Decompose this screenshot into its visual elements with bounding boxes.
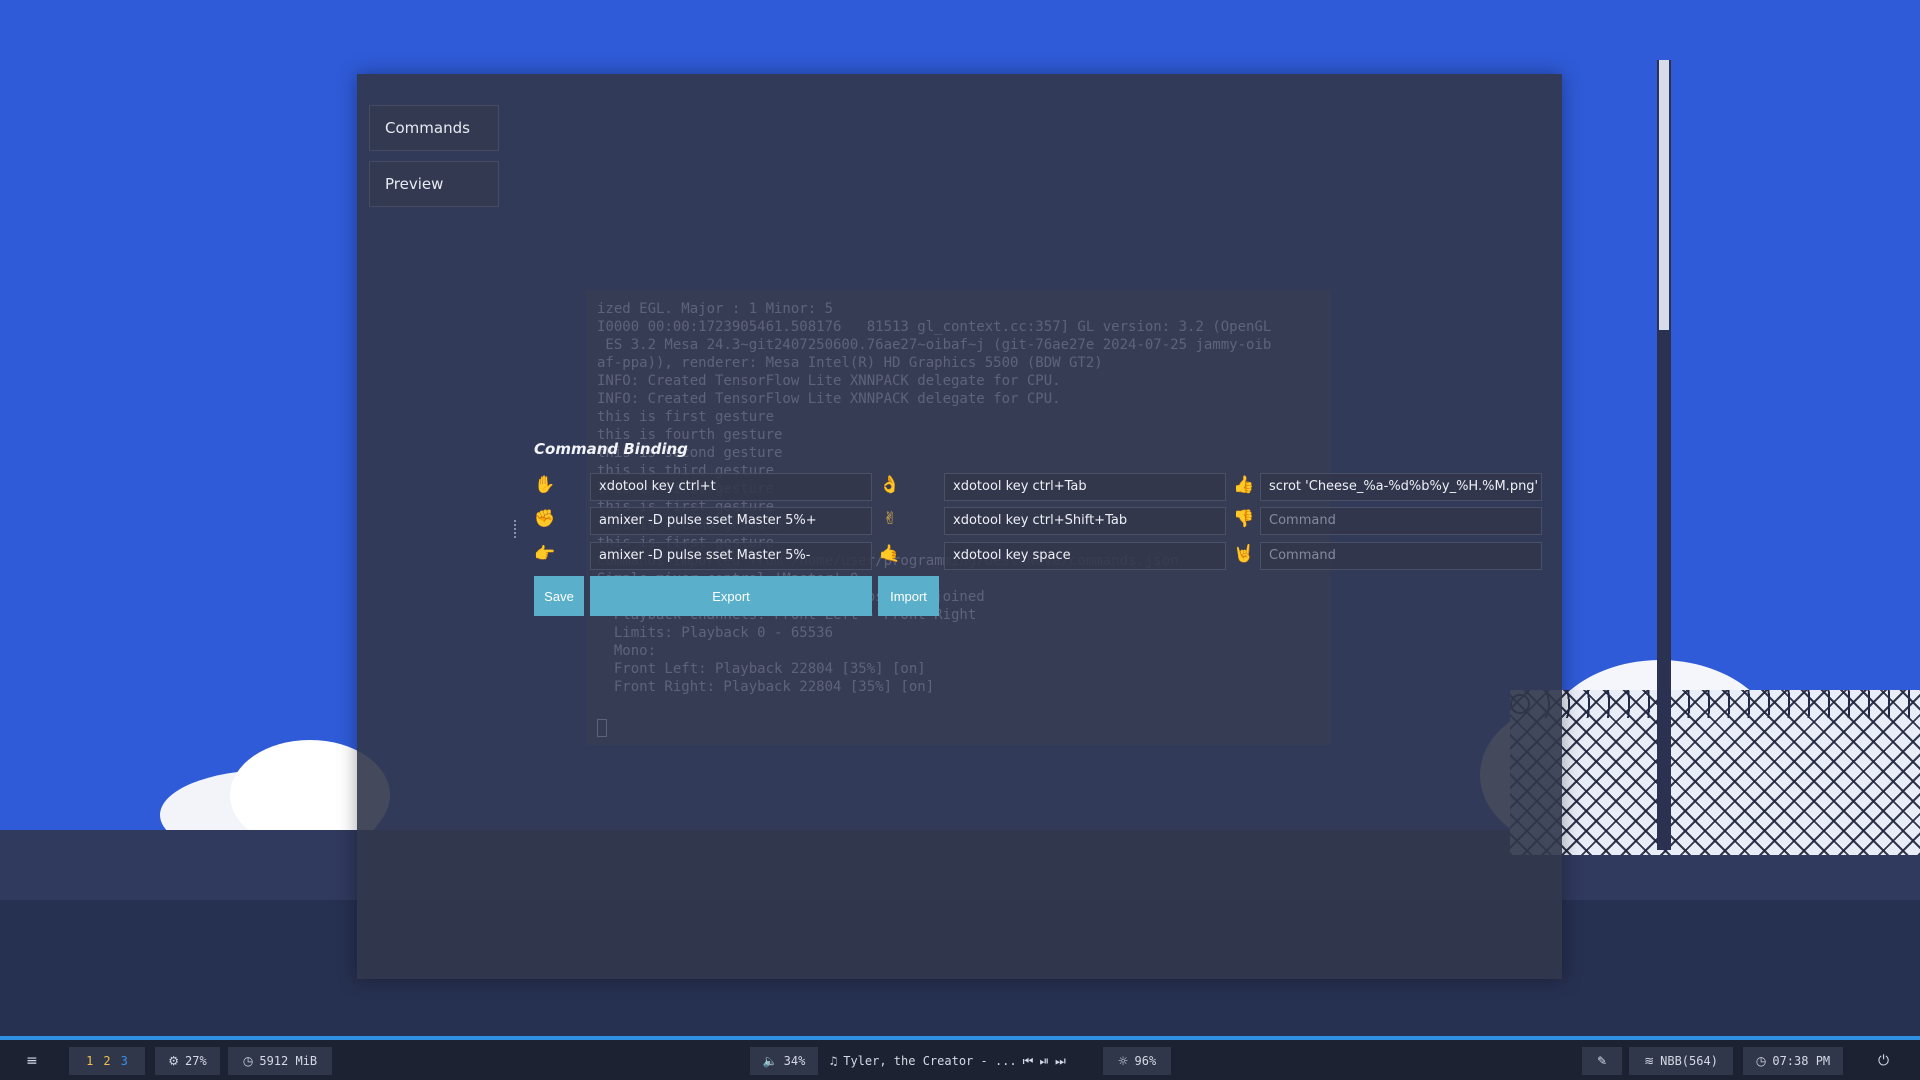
tab-preview[interactable]: Preview: [369, 161, 499, 207]
next-track-icon[interactable]: ⏭: [1055, 1054, 1066, 1069]
app-window: Commands Preview ized EGL. Major : 1 Min…: [357, 74, 1562, 979]
menu-icon[interactable]: ≡: [26, 1047, 38, 1075]
export-button[interactable]: Export: [590, 576, 872, 616]
brightness-level: 96%: [1134, 1054, 1157, 1068]
play-icon[interactable]: ⏯: [1039, 1054, 1049, 1069]
brightness-icon: ☼: [1117, 1054, 1129, 1068]
raised-hand-icon: ✋: [534, 475, 556, 495]
network-name: NBB(564): [1660, 1054, 1718, 1068]
command-field[interactable]: Command: [1260, 542, 1542, 570]
command-field[interactable]: xdotool key ctrl+Tab: [944, 473, 1226, 501]
speaker-icon: 🔈: [762, 1054, 778, 1068]
command-field[interactable]: amixer -D pulse sset Master 5%-: [590, 542, 872, 570]
import-button[interactable]: Import: [878, 576, 939, 616]
memory-usage: 5912 MiB: [259, 1054, 318, 1068]
section-title: Command Binding: [534, 440, 688, 458]
clock-widget[interactable]: ◷ 07:38 PM: [1743, 1047, 1843, 1075]
pen-icon: ✎: [1596, 1054, 1608, 1068]
wifi-icon: ≋: [1644, 1054, 1655, 1068]
workspace-1[interactable]: 1: [86, 1054, 93, 1068]
command-field[interactable]: xdotool key ctrl+t: [590, 473, 872, 501]
memory-widget[interactable]: ◷ 5912 MiB: [228, 1047, 332, 1075]
thumbs-down-icon: 👎: [1233, 509, 1255, 529]
command-field[interactable]: xdotool key space: [944, 542, 1226, 570]
pen-widget[interactable]: ✎: [1582, 1047, 1622, 1075]
cpu-usage: 27%: [185, 1054, 207, 1068]
clock-icon: ◷: [1755, 1054, 1767, 1068]
thumbs-up-icon: 👍: [1233, 475, 1255, 495]
power-icon[interactable]: ⏻: [1878, 1047, 1889, 1075]
cpu-icon: ⚙: [168, 1054, 180, 1068]
command-field[interactable]: amixer -D pulse sset Master 5%+: [590, 507, 872, 535]
tab-commands[interactable]: Commands: [369, 105, 499, 151]
ok-hand-icon: 👌: [879, 475, 901, 495]
pointing-right-icon: 👉: [534, 544, 556, 564]
volume-level: 34%: [783, 1054, 806, 1068]
call-me-hand-icon: 🤙: [879, 544, 901, 564]
workspace-2[interactable]: 2: [103, 1054, 110, 1068]
music-note-icon: ♫: [830, 1054, 838, 1068]
terminal-cursor: [597, 719, 607, 737]
workspace-3[interactable]: 3: [121, 1054, 128, 1068]
status-bar: ≡ 1 2 3 ⚙ 27% ◷ 5912 MiB 🔈 34% ♫ Tyler, …: [0, 1036, 1920, 1080]
volume-widget[interactable]: 🔈 34%: [750, 1047, 818, 1075]
memory-icon: ◷: [242, 1054, 254, 1068]
workspace-switcher: 1 2 3: [69, 1047, 145, 1075]
media-widget: ♫ Tyler, the Creator - ... ⏮ ⏯ ⏭: [830, 1047, 1066, 1075]
network-widget[interactable]: ≋ NBB(564): [1629, 1047, 1733, 1075]
rock-on-icon: 🤘: [1233, 544, 1255, 564]
command-field[interactable]: scrot 'Cheese_%a-%d%b%y_%H.%M.png': [1260, 473, 1542, 501]
command-field[interactable]: xdotool key ctrl+Shift+Tab: [944, 507, 1226, 535]
media-title[interactable]: Tyler, the Creator - ...: [843, 1054, 1016, 1068]
victory-hand-icon: ✌: [882, 509, 898, 529]
cpu-widget[interactable]: ⚙ 27%: [155, 1047, 220, 1075]
splitter-handle[interactable]: [514, 520, 518, 538]
previous-track-icon[interactable]: ⏮: [1023, 1054, 1034, 1069]
command-field[interactable]: Command: [1260, 507, 1542, 535]
brightness-widget[interactable]: ☼ 96%: [1103, 1047, 1171, 1075]
clock-time: 07:38 PM: [1772, 1054, 1831, 1068]
fist-icon: ✊: [534, 509, 556, 529]
save-button[interactable]: Save: [534, 576, 584, 616]
